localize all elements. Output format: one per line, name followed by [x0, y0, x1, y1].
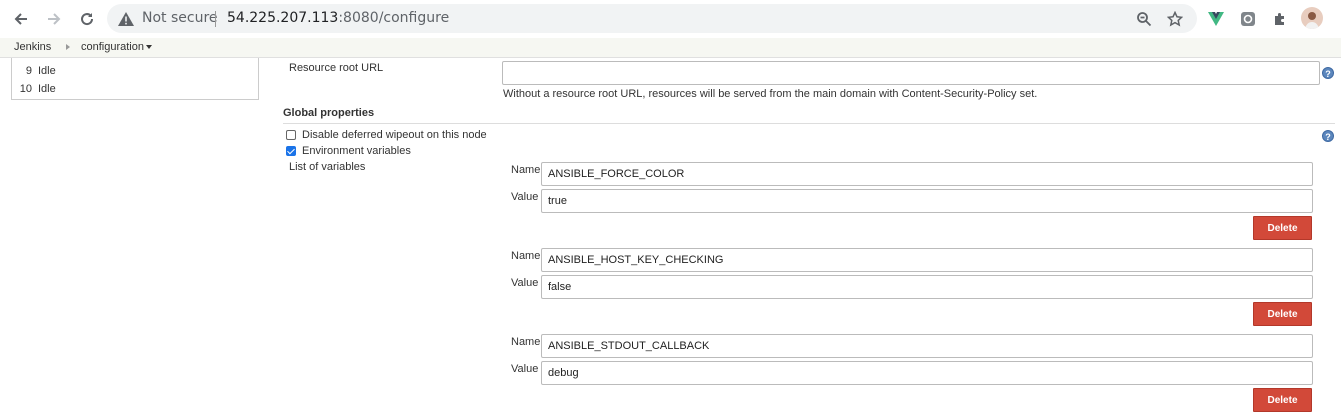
- variable-name-input[interactable]: ANSIBLE_FORCE_COLOR: [541, 162, 1313, 186]
- url-text[interactable]: 54.225.207.113:8080/configure: [227, 10, 449, 26]
- profile-icon: [1305, 12, 1319, 29]
- variable-name-label: Name: [511, 164, 541, 176]
- variable-value-input[interactable]: debug: [541, 361, 1313, 385]
- executor-row[interactable]: 9 Idle: [12, 65, 252, 83]
- puzzle-extensions-icon[interactable]: [1268, 7, 1292, 31]
- back-arrow-icon: [14, 13, 27, 25]
- executor-number: 10: [19, 83, 32, 95]
- breadcrumb-chevron-icon: [66, 44, 70, 50]
- url-path: :8080/configure: [338, 10, 450, 26]
- address-bar[interactable]: Not secure 54.225.207.113:8080/configure: [107, 4, 1197, 33]
- url-host: 54.225.207.113: [227, 10, 339, 26]
- breadcrumb-jenkins[interactable]: Jenkins: [14, 41, 51, 53]
- variable-value-label: Value: [511, 191, 539, 203]
- forward-arrow-icon: [48, 13, 61, 25]
- variable-value-label: Value: [511, 363, 539, 375]
- delete-variable-button[interactable]: Delete: [1253, 302, 1312, 326]
- reload-button[interactable]: [75, 7, 99, 31]
- variable-value-label: Value: [511, 277, 539, 289]
- browser-toolbar: Not secure 54.225.207.113:8080/configure: [0, 0, 1341, 38]
- resource-root-url-label: Resource root URL: [289, 62, 384, 74]
- executor-status: Idle: [38, 65, 56, 77]
- environment-variables-checkbox[interactable]: [286, 146, 296, 156]
- resource-root-url-input[interactable]: [502, 61, 1320, 85]
- dropdown-caret-icon[interactable]: [146, 45, 152, 49]
- disable-wipeout-checkbox[interactable]: [286, 130, 296, 140]
- delete-variable-button[interactable]: Delete: [1253, 216, 1312, 240]
- warning-icon[interactable]: [117, 10, 135, 28]
- profile-avatar[interactable]: [1301, 7, 1323, 29]
- bookmark-star-icon[interactable]: [1166, 10, 1184, 28]
- resource-root-description: Without a resource root URL, resources w…: [503, 88, 1038, 100]
- resource-root-help-icon[interactable]: ?: [1322, 67, 1334, 79]
- variable-value-input[interactable]: false: [541, 275, 1313, 299]
- global-properties-heading: Global properties: [283, 107, 375, 119]
- global-properties-help-icon[interactable]: ?: [1322, 130, 1334, 142]
- variable-name-label: Name: [511, 336, 541, 348]
- reload-icon: [81, 13, 94, 26]
- variable-value-input[interactable]: true: [541, 189, 1313, 213]
- variable-name-input[interactable]: ANSIBLE_HOST_KEY_CHECKING: [541, 248, 1313, 272]
- disable-wipeout-label: Disable deferred wipeout on this node: [302, 129, 487, 141]
- vue-devtools-extension-icon[interactable]: [1204, 7, 1228, 31]
- forward-button[interactable]: [42, 7, 66, 31]
- executor-row[interactable]: 10 Idle: [12, 83, 252, 101]
- zoom-icon[interactable]: [1135, 10, 1153, 28]
- breadcrumb-configuration[interactable]: configuration: [81, 41, 144, 53]
- omnibox-divider: [215, 11, 216, 27]
- security-status-text[interactable]: Not secure: [142, 10, 218, 26]
- executor-number: 9: [25, 65, 32, 77]
- executor-status-panel: 9 Idle 10 Idle: [11, 58, 259, 100]
- back-button[interactable]: [9, 7, 33, 31]
- executor-status: Idle: [38, 83, 56, 95]
- list-of-variables-label: List of variables: [289, 161, 366, 173]
- variable-name-input[interactable]: ANSIBLE_STDOUT_CALLBACK: [541, 334, 1313, 358]
- variable-name-label: Name: [511, 250, 541, 262]
- environment-variables-label: Environment variables: [302, 145, 411, 157]
- breadcrumb: Jenkins configuration: [0, 38, 1341, 58]
- section-divider: [283, 123, 1335, 124]
- extension-icon[interactable]: [1236, 7, 1260, 31]
- delete-variable-button[interactable]: Delete: [1253, 388, 1312, 412]
